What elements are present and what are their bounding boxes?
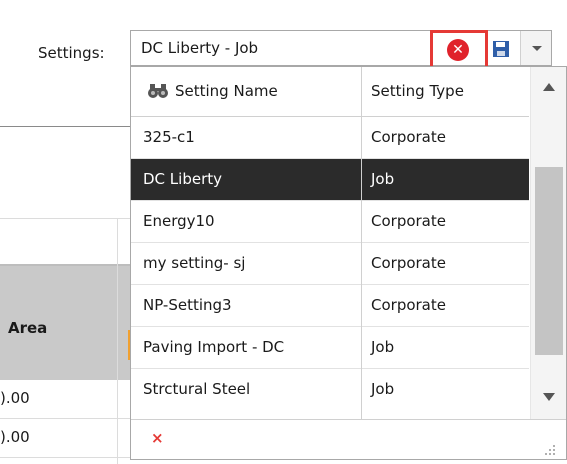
save-disk-icon[interactable] — [493, 41, 509, 57]
setting-type: Job — [371, 338, 395, 356]
setting-type: Job — [371, 170, 395, 188]
settings-label: Settings: — [38, 44, 105, 62]
list-item[interactable]: Energy10 Corporate — [131, 201, 529, 243]
list-item-selected[interactable]: DC Liberty Job — [131, 159, 529, 201]
column-divider — [361, 67, 362, 419]
setting-name: DC Liberty — [143, 170, 222, 188]
list-item[interactable]: my setting- sj Corporate — [131, 243, 529, 285]
grid-column-header-area[interactable]: Area — [8, 319, 47, 337]
list-item[interactable]: Strctural Steel Job — [131, 369, 529, 411]
binoculars-icon[interactable] — [147, 83, 169, 99]
scroll-down-arrow-icon[interactable] — [543, 393, 555, 401]
grid-column-line — [117, 218, 118, 464]
grid-cell-value: ).00 — [0, 389, 30, 407]
footer-clear-icon[interactable]: × — [151, 429, 164, 447]
settings-combobox[interactable]: DC Liberty - Job ✕ — [130, 30, 552, 70]
popup-footer: × — [131, 419, 566, 459]
list-header: Setting Name Setting Type — [131, 67, 529, 117]
setting-type: Corporate — [371, 212, 446, 230]
setting-name: Energy10 — [143, 212, 215, 230]
setting-type: Corporate — [371, 128, 446, 146]
list-item[interactable]: NP-Setting3 Corporate — [131, 285, 529, 327]
column-header-setting-name[interactable]: Setting Name — [175, 82, 278, 100]
scroll-up-arrow-icon[interactable] — [543, 83, 555, 91]
clear-circle-x-icon[interactable]: ✕ — [447, 39, 469, 61]
chevron-down-icon[interactable] — [520, 31, 551, 65]
resize-grip-icon[interactable] — [545, 445, 557, 455]
list-item[interactable]: Paving Import - DC Job — [131, 327, 529, 369]
background-divider — [0, 126, 135, 127]
vertical-scrollbar[interactable] — [530, 67, 566, 419]
list-item[interactable]: 325-c1 Corporate — [131, 117, 529, 159]
column-header-setting-type[interactable]: Setting Type — [371, 82, 464, 100]
setting-type: Job — [371, 380, 395, 398]
setting-name: 325-c1 — [143, 128, 195, 146]
setting-type: Corporate — [371, 296, 446, 314]
settings-selected-value[interactable]: DC Liberty - Job — [141, 39, 258, 57]
scrollbar-thumb[interactable] — [535, 167, 563, 355]
setting-name: Strctural Steel — [143, 380, 251, 398]
setting-name: Paving Import - DC — [143, 338, 285, 356]
setting-name: my setting- sj — [143, 254, 246, 272]
setting-name: NP-Setting3 — [143, 296, 232, 314]
grid-cell-value: ).00 — [0, 428, 30, 446]
setting-type: Corporate — [371, 254, 446, 272]
settings-dropdown-popup: Setting Name Setting Type 325-c1 Corpora… — [130, 66, 567, 460]
